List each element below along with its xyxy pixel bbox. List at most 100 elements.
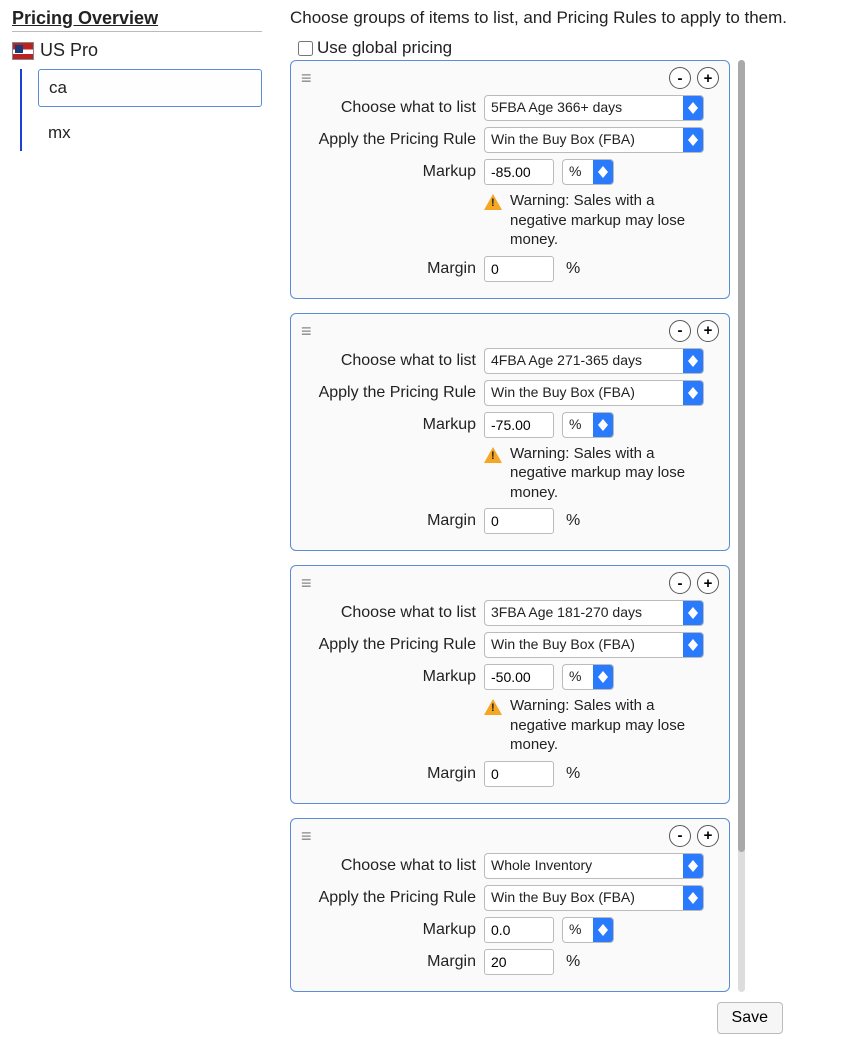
markup-input[interactable] [484,412,554,438]
updown-icon [683,601,703,625]
add-rule-button[interactable]: + [697,320,719,342]
pricing-rule-select[interactable]: Win the Buy Box (FBA) [484,632,704,658]
markup-unit-select-value: % [563,160,593,184]
sidebar: Pricing Overview US Pro ca mx [12,8,262,159]
warning-row: Warning: Sales with a negative markup ma… [484,696,714,755]
margin-label: Margin [301,765,476,783]
markup-unit-select[interactable]: % [562,664,614,690]
margin-input[interactable] [484,761,554,787]
remove-rule-button[interactable]: - [669,572,691,594]
choose-list-select[interactable]: Whole Inventory [484,853,704,879]
add-rule-button[interactable]: + [697,572,719,594]
margin-unit: % [566,260,580,278]
updown-icon [683,349,703,373]
apply-rule-label: Apply the Pricing Rule [301,384,476,402]
apply-rule-label: Apply the Pricing Rule [301,131,476,149]
markup-input[interactable] [484,159,554,185]
choose-list-select-value: 4FBA Age 271-365 days [485,349,683,373]
add-rule-button[interactable]: + [697,67,719,89]
markup-unit-select-value: % [563,665,593,689]
save-button[interactable]: Save [717,1002,783,1034]
global-pricing-toggle[interactable]: Use global pricing [298,38,853,58]
updown-icon [683,128,703,152]
global-pricing-label: Use global pricing [317,38,452,58]
updown-icon [683,381,703,405]
sidebar-region-ca[interactable]: ca [38,69,262,107]
margin-unit: % [566,953,580,971]
apply-rule-label: Apply the Pricing Rule [301,636,476,654]
drag-handle-icon[interactable]: ≡ [301,69,312,87]
warning-row: Warning: Sales with a negative markup ma… [484,444,714,503]
pricing-rule-select[interactable]: Win the Buy Box (FBA) [484,127,704,153]
pricing-rule-select-value: Win the Buy Box (FBA) [485,128,683,152]
pricing-rule-select-value: Win the Buy Box (FBA) [485,886,683,910]
pricing-rule-select[interactable]: Win the Buy Box (FBA) [484,885,704,911]
instruction-text: Choose groups of items to list, and Pric… [290,8,853,28]
markup-label: Markup [301,416,476,434]
markup-unit-select[interactable]: % [562,917,614,943]
global-pricing-checkbox[interactable] [298,41,313,56]
markup-label: Markup [301,163,476,181]
pricing-rule-card: ≡ - + Choose what to list 5FBA Age 366+ … [290,60,730,299]
margin-label: Margin [301,953,476,971]
choose-list-select-value: 3FBA Age 181-270 days [485,601,683,625]
markup-unit-select[interactable]: % [562,159,614,185]
pricing-rule-card: ≡ - + Choose what to list 4FBA Age 271-3… [290,313,730,552]
updown-icon [683,96,703,120]
markup-label: Markup [301,921,476,939]
choose-list-select[interactable]: 3FBA Age 181-270 days [484,600,704,626]
choose-list-select-value: 5FBA Age 366+ days [485,96,683,120]
updown-icon [593,160,613,184]
updown-icon [683,886,703,910]
markup-unit-select[interactable]: % [562,412,614,438]
markup-input[interactable] [484,917,554,943]
remove-rule-button[interactable]: - [669,67,691,89]
sidebar-title: Pricing Overview [12,8,262,32]
scrollbar-thumb[interactable] [738,60,745,852]
region-list: ca mx [20,69,262,151]
updown-icon [593,413,613,437]
choose-list-label: Choose what to list [301,857,476,875]
pricing-rule-card: ≡ - + Choose what to list Whole Inventor… [290,818,730,992]
pricing-rule-select[interactable]: Win the Buy Box (FBA) [484,380,704,406]
warning-text: Warning: Sales with a negative markup ma… [510,444,714,503]
updown-icon [683,633,703,657]
choose-list-label: Choose what to list [301,352,476,370]
margin-unit: % [566,765,580,783]
margin-input[interactable] [484,256,554,282]
margin-label: Margin [301,512,476,530]
margin-unit: % [566,512,580,530]
remove-rule-button[interactable]: - [669,825,691,847]
warning-icon [484,194,502,210]
account-name: US Pro [40,40,98,61]
markup-unit-select-value: % [563,413,593,437]
choose-list-label: Choose what to list [301,604,476,622]
choose-list-select-value: Whole Inventory [485,854,683,878]
warning-text: Warning: Sales with a negative markup ma… [510,696,714,755]
choose-list-select[interactable]: 4FBA Age 271-365 days [484,348,704,374]
markup-label: Markup [301,668,476,686]
add-rule-button[interactable]: + [697,825,719,847]
markup-input[interactable] [484,664,554,690]
scrollbar[interactable] [738,60,745,992]
updown-icon [683,854,703,878]
drag-handle-icon[interactable]: ≡ [301,322,312,340]
rules-container: ≡ - + Choose what to list 5FBA Age 366+ … [290,60,730,992]
us-flag-icon [12,42,34,60]
drag-handle-icon[interactable]: ≡ [301,827,312,845]
warning-row: Warning: Sales with a negative markup ma… [484,191,714,250]
margin-input[interactable] [484,949,554,975]
warning-icon [484,447,502,463]
remove-rule-button[interactable]: - [669,320,691,342]
apply-rule-label: Apply the Pricing Rule [301,889,476,907]
pricing-rule-select-value: Win the Buy Box (FBA) [485,381,683,405]
markup-unit-select-value: % [563,918,593,942]
choose-list-select[interactable]: 5FBA Age 366+ days [484,95,704,121]
margin-input[interactable] [484,508,554,534]
pricing-rule-card: ≡ - + Choose what to list 3FBA Age 181-2… [290,565,730,804]
drag-handle-icon[interactable]: ≡ [301,574,312,592]
account-row[interactable]: US Pro [12,38,262,63]
margin-label: Margin [301,260,476,278]
updown-icon [593,665,613,689]
sidebar-region-mx[interactable]: mx [38,115,262,151]
